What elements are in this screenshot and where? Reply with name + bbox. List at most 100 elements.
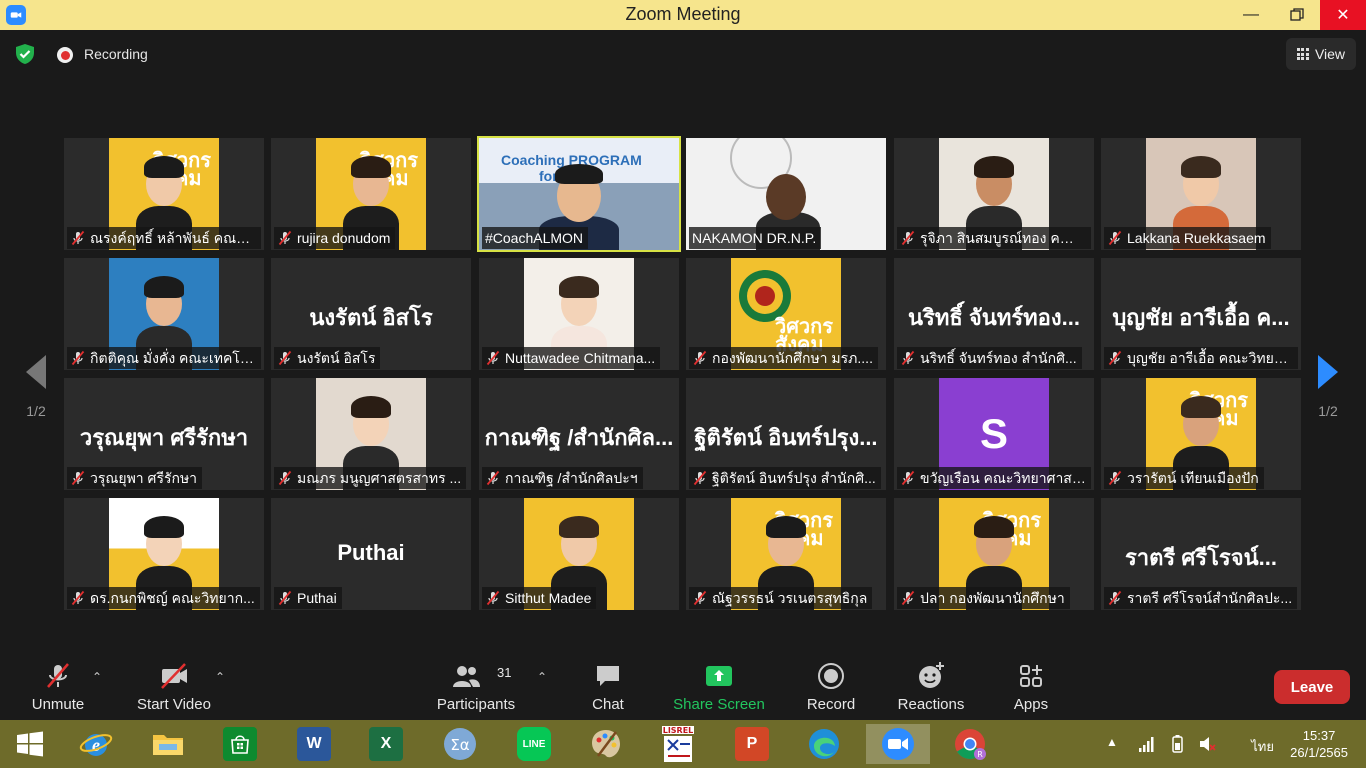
svg-text:LISREL: LISREL [663,726,694,735]
close-button[interactable]: ✕ [1320,0,1366,30]
unmute-button[interactable]: Unmute [26,652,90,720]
recording-label[interactable]: Recording [84,46,148,62]
participants-button[interactable]: Participants [432,652,520,720]
participant-name-label: #CoachALMON [482,227,589,249]
participant-name: ดร.กนกพิชญ์ คณะวิทยาก... [90,590,255,606]
microphone-muted-icon [1108,590,1122,606]
next-page-button[interactable]: 1/2 [1308,355,1348,419]
participant-name-label: วรุณยุพา ศรีรักษา [67,467,203,489]
participant-tile[interactable]: วิศวกรสังคมrujira donudom [271,138,471,250]
record-button[interactable]: Record [801,652,861,720]
taskbar-chrome[interactable]: R [950,724,990,764]
participant-name-label: Sitthut Madee [482,587,597,609]
participant-name: ฐิติรัตน์ อินทร์ปรุง สำนักศิ... [712,470,876,486]
battery-icon[interactable] [1168,734,1186,754]
taskbar-word[interactable]: W [294,724,334,764]
taskbar-file-explorer[interactable] [148,724,188,764]
start-button[interactable] [10,724,50,764]
windows-logo-icon [17,731,43,757]
taskbar-zoom[interactable] [866,724,930,764]
chat-label: Chat [592,696,624,713]
start-video-button[interactable]: Start Video [130,652,218,720]
taskbar-paint[interactable] [586,724,626,764]
apps-label: Apps [1013,696,1049,713]
arrow-left-icon [26,355,46,389]
participant-name-label: rujira donudom [274,227,396,249]
security-shield-icon[interactable] [14,43,36,65]
participant-name: วรุณยุพา ศรีรักษา [90,470,198,486]
share-screen-button[interactable]: Share Screen [670,652,768,720]
participant-tile[interactable]: S ขวัญเรือน คณะวิทยาศาสต... [894,378,1094,490]
leave-button[interactable]: Leave [1274,670,1350,704]
participant-tile[interactable]: Coaching PROGRAMfor ...cer#CoachALMON [477,136,681,252]
participants-options-chevron-icon[interactable]: ⌃ [537,670,547,684]
participant-tile[interactable]: ราตรี ศรีโรจน์... ราตรี ศรีโรจน์สำนักศิลป… [1101,498,1301,610]
signal-icon[interactable] [1138,734,1156,754]
taskbar-math-input[interactable]: Σα [440,724,480,764]
participant-display-name: ราตรี ศรีโรจน์... [1124,545,1278,570]
view-button[interactable]: View [1286,38,1356,70]
view-label: View [1314,46,1346,62]
participant-tile[interactable]: ฐิติรัตน์ อินทร์ปรุง... ฐิติรัตน์ อินทร์ป… [686,378,886,490]
participant-tile[interactable]: กาณฑิฐ /สำนักศิล... กาณฑิฐ /สำนักศิลปะฯ [479,378,679,490]
taskbar-edge[interactable] [804,724,844,764]
taskbar-lisrel[interactable]: LISREL [658,724,698,764]
show-hidden-icons-chevron-icon[interactable]: ▲ [1106,735,1124,755]
clock-date: 26/1/2565 [1290,745,1348,760]
participant-name-label: NAKAMON DR.N.P. [689,227,822,249]
participant-tile[interactable]: มณภร มนูญศาสตรสาทร ... [271,378,471,490]
taskbar-internet-explorer[interactable]: e [76,724,116,764]
participant-tile[interactable]: Lakkana Ruekkasaem [1101,138,1301,250]
chat-button[interactable]: Chat [580,652,636,720]
participant-tile[interactable]: วิศวกร สังคม กองพัฒนานักศึกษา มรภ.... [686,258,886,370]
minimize-button[interactable]: — [1228,0,1274,30]
participant-tile[interactable]: Sitthut Madee [479,498,679,610]
participant-tile[interactable]: วรุณยุพา ศรีรักษา วรุณยุพา ศรีรักษา [64,378,264,490]
apps-button[interactable]: Apps [1004,652,1058,720]
maximize-button[interactable] [1274,0,1320,30]
windows-taskbar: e W X Σα LINE LISREL P R ▲ ไทย 15:37 26/… [0,720,1366,768]
reactions-icon [919,662,944,688]
audio-options-chevron-icon[interactable]: ⌃ [92,670,102,684]
restore-icon [1290,8,1304,21]
input-language[interactable]: ไทย [1251,736,1274,757]
participant-tile[interactable]: นงรัตน์ อิสโร นงรัตน์ อิสโร [271,258,471,370]
participant-tile[interactable]: Puthai Puthai [271,498,471,610]
participant-name: rujira donudom [297,230,391,246]
svg-text:R: R [977,750,983,759]
participant-tile[interactable]: NAKAMON DR.N.P. [686,138,886,250]
taskbar-line[interactable]: LINE [514,724,554,764]
microphone-muted-icon [71,230,85,246]
participant-tile[interactable]: Nuttawadee Chitmana... [479,258,679,370]
participant-tile[interactable]: วิศวกรสังคมณรงค์ฤทธิ์ หล้าพันธ์ คณะวิ... [64,138,264,250]
participant-name: ราตรี ศรีโรจน์สำนักศิลปะ... [1127,590,1293,606]
taskbar-clock[interactable]: 15:37 26/1/2565 [1290,727,1348,761]
participant-tile[interactable]: วิศวกรสังคมปลา กองพัฒนานักศึกษา [894,498,1094,610]
participant-name: รุจิภา สินสมบูรณ์ทอง คณะ... [920,230,1086,246]
participant-tile[interactable]: กิตติคุณ มั่งคั่ง คณะเทคโนโล... [64,258,264,370]
participant-name: Sitthut Madee [505,590,592,606]
folder-icon [153,735,183,755]
participant-name: Nuttawadee Chitmana... [505,350,656,366]
microphone-muted-icon [278,350,292,366]
svg-text:Σα: Σα [450,736,469,754]
taskbar-store[interactable] [220,724,260,764]
reactions-button[interactable]: Reactions [893,652,969,720]
powerpoint-icon: P [735,727,769,761]
share-screen-label: Share Screen [673,696,765,713]
participant-display-name: ฐิติรัตน์ อินทร์ปรุง... [694,425,878,450]
taskbar-powerpoint[interactable]: P [732,724,772,764]
participant-tile[interactable]: วิศวกรสังคมณัฐวรรธน์ วรเนตรสุทธิกุล [686,498,886,610]
participant-tile[interactable]: นริทธิ์ จันทร์ทอง... นริทธิ์ จันทร์ทอง สำ… [894,258,1094,370]
video-options-chevron-icon[interactable]: ⌃ [215,670,225,684]
taskbar-excel[interactable]: X [366,724,406,764]
previous-page-button[interactable]: 1/2 [16,355,56,419]
participant-name: ณรงค์ฤทธิ์ หล้าพันธ์ คณะวิ... [90,230,256,246]
line-app-icon: LINE [517,727,551,761]
participant-tile[interactable]: รุจิภา สินสมบูรณ์ทอง คณะ... [894,138,1094,250]
participant-tile[interactable]: บุญชัย อารีเอื้อ ค... บุญชัย อารีเอื้อ คณ… [1101,258,1301,370]
volume-muted-icon[interactable] [1198,734,1216,754]
participant-tile[interactable]: วิศวกรสังคมวรารัตน์ เทียนเมืองปัก [1101,378,1301,490]
participant-tile[interactable]: วิศวกรสังคมดร.กนกพิชญ์ คณะวิทยาก... [64,498,264,610]
participant-name: NAKAMON DR.N.P. [692,230,817,246]
